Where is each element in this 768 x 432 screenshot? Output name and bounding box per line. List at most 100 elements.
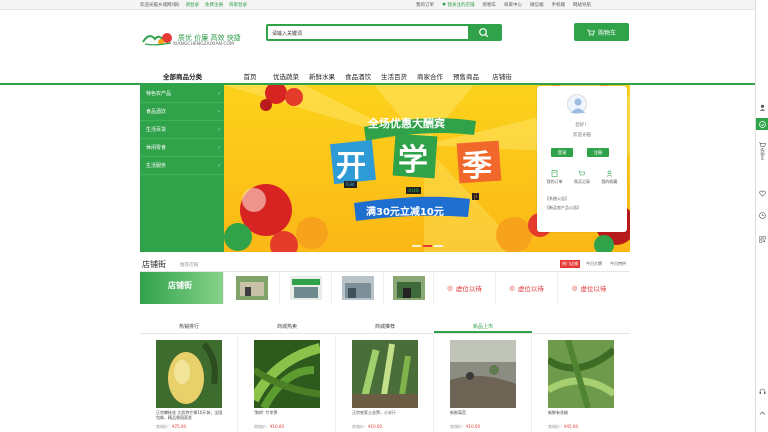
banner-char-2: 学	[398, 143, 428, 178]
sidebar-verified[interactable]	[756, 118, 768, 130]
followed-shops-link[interactable]: ♥ 我关注的店铺	[442, 2, 474, 8]
logo-mark-icon	[142, 33, 172, 46]
tab-new-arrivals[interactable]: 新品上市	[434, 320, 532, 333]
wechat-link[interactable]: 微信端	[530, 2, 544, 8]
vacant-slot[interactable]: ◎ 虚位以待	[496, 272, 558, 304]
heart-icon	[759, 190, 766, 197]
product-name: 新鲜有花椒	[548, 410, 568, 415]
product-image	[548, 340, 614, 408]
user-icon	[606, 170, 613, 177]
search-input[interactable]	[272, 28, 462, 38]
chevron-right-icon: ›	[218, 144, 220, 151]
category-label: 生活百货	[146, 127, 167, 133]
shop-thumbnail[interactable]	[280, 272, 332, 304]
product-image	[156, 340, 222, 408]
register-link[interactable]: 免费注册	[205, 2, 223, 8]
circle-arrow-icon: ◎	[509, 284, 515, 292]
my-orders-link[interactable]: 我的订单	[416, 2, 434, 8]
tab-today-special[interactable]: 今日特供	[608, 260, 628, 268]
circle-arrow-icon: ◎	[447, 284, 453, 292]
tab-today-brands[interactable]: 今日大牌	[584, 260, 604, 268]
product-image	[254, 340, 320, 408]
nav-item-shop-street[interactable]: 店铺街	[484, 71, 520, 81]
merchant-center-link[interactable]: 商家中心	[504, 2, 522, 8]
shop-thumbnail[interactable]	[224, 272, 280, 304]
favorites-shortcut[interactable]: 我的收藏	[601, 170, 617, 185]
sidebar-support[interactable]	[756, 388, 768, 395]
sidebar-user[interactable]	[756, 104, 768, 111]
product-card[interactable]: 新鲜有花椒 商城价：¥45.00	[532, 336, 630, 432]
category-item[interactable]: 生活百货 ›	[140, 121, 224, 139]
product-card[interactable]: 新鲜莴苣 商城价：¥10.00	[434, 336, 532, 432]
cart-button-label: 购物车	[597, 29, 616, 37]
category-item[interactable]: 食品酒饮 ›	[140, 103, 224, 121]
vacant-label: 虚位以待	[455, 285, 482, 293]
tab-hot-ranking[interactable]: 热销排行	[140, 320, 238, 333]
nav-item-presale[interactable]: 预售商品	[448, 71, 484, 81]
product-card[interactable]: 正宗农家土苦笋，小半斤 商城价：¥10.00	[336, 336, 434, 432]
shortcut-label: 我的收藏	[601, 179, 618, 184]
product-name: '鲜的' 竹竿笋	[254, 410, 278, 415]
tab-mall-hot[interactable]: 商城热卖	[238, 320, 336, 333]
site-logo[interactable]: 质优 价廉 高效 快捷 XIANGCHENGZAIXIAN.COM	[141, 26, 241, 52]
product-image	[450, 340, 516, 408]
arrow-up-icon	[759, 411, 766, 415]
top-cart-link[interactable]: 购物车	[482, 2, 496, 8]
tab-mall-recommend[interactable]: 商城推荐	[336, 320, 434, 333]
clock-icon	[759, 212, 766, 219]
circle-arrow-icon: ◎	[571, 284, 578, 292]
shop-street-row: 店铺街 ◎ 虚位以待 ◎ 虚位以待 ◎ 虚位以待	[140, 272, 630, 304]
nav-item-daily-goods[interactable]: 生活百货	[376, 71, 412, 81]
sidebar-favorites[interactable]	[756, 190, 768, 197]
nav-item-vegetables[interactable]: 优选蔬菜	[268, 71, 304, 81]
sidebar-history[interactable]	[756, 212, 768, 219]
sidebar-qrcode[interactable]	[756, 236, 768, 243]
product-card[interactable]: '鲜的' 竹竿笋 商城价：¥10.00	[238, 336, 336, 432]
vacant-slot[interactable]: ◎ 虚位以待	[434, 272, 496, 304]
nav-item-home[interactable]: 首页	[232, 71, 268, 81]
cart-button[interactable]: 购物车	[574, 23, 629, 41]
nav-item-food-drinks[interactable]: 食品酒饮	[340, 71, 376, 81]
shop-thumbnail[interactable]	[332, 272, 384, 304]
notice-link[interactable]: 【系统公告】	[545, 196, 569, 202]
register-button[interactable]: 注册	[587, 148, 609, 157]
site-nav-link[interactable]: 网站导航	[573, 2, 591, 8]
nav-item-merchant-coop[interactable]: 商家合作	[412, 71, 448, 81]
category-item[interactable]: 休闲零食 ›	[140, 139, 224, 157]
all-categories-label[interactable]: 全部商品分类	[140, 66, 225, 85]
avatar	[567, 94, 587, 114]
product-price: 商城价：¥10.00	[352, 424, 382, 429]
qrcode-icon	[759, 236, 766, 243]
login-link[interactable]: 请登录	[186, 2, 200, 8]
category-menu: 特色农产品 › 食品酒饮 › 生活百货 › 休闲零食 › 生活服务 ›	[140, 85, 224, 252]
product-card[interactable]: 正宗攀枝花 大凯特芒果10斤装，全国包邮，精品果园直发 商城价：¥75.00	[140, 336, 238, 432]
history-icon	[578, 170, 586, 176]
banner-pinyin-2: xue	[406, 187, 422, 194]
vacant-label: 虚位以待	[517, 285, 544, 293]
vacant-slot[interactable]: ◎ 虚位以待	[558, 272, 620, 304]
my-orders-shortcut[interactable]: 我的订单	[547, 170, 563, 185]
user-icon	[759, 104, 766, 111]
notice-link[interactable]: 【新品农产品公告】	[545, 205, 581, 211]
category-item[interactable]: 特色农产品 ›	[140, 85, 224, 103]
search-icon	[479, 28, 489, 38]
sidebar-back-to-top[interactable]	[756, 410, 768, 417]
product-image	[352, 340, 418, 408]
shop-photo	[235, 276, 268, 300]
shop-photo	[392, 276, 425, 300]
category-item[interactable]: 生活服务 ›	[140, 157, 224, 175]
merchant-login-link[interactable]: 商家登录	[229, 2, 247, 8]
sidebar-cart[interactable]: 购物车	[756, 142, 768, 160]
search-button[interactable]	[468, 26, 500, 39]
shop-street-banner[interactable]: 店铺街	[140, 272, 224, 304]
purchase-history-shortcut[interactable]: 购买记录	[574, 170, 590, 185]
nav-item-fruits[interactable]: 新鲜水果	[304, 71, 340, 81]
category-label: 休闲零食	[146, 145, 167, 151]
user-panel: 您好！ 欢迎光临 登录 注册 我的订单 购买记录 我的收藏 【系统公告】 【新品…	[537, 86, 627, 232]
shop-street-subtitle: 推荐店铺	[180, 263, 198, 268]
mobile-link[interactable]: 手机端	[551, 2, 565, 8]
tab-hot-shops[interactable]: 热门店铺	[560, 260, 580, 268]
login-button[interactable]: 登录	[551, 148, 573, 157]
shop-thumbnail[interactable]	[384, 272, 434, 304]
user-avatar-icon	[571, 98, 585, 113]
